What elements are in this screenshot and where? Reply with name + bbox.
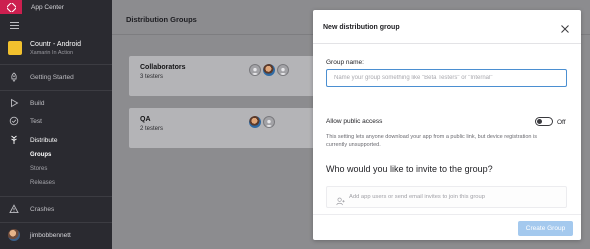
user-placeholder-icon [249, 64, 261, 76]
sidebar-item-distribute[interactable]: Distribute [0, 133, 112, 147]
warning-icon [9, 204, 19, 214]
sidebar-subitem-releases[interactable]: Releases [30, 180, 55, 186]
avatar [8, 229, 20, 241]
public-access-label: Allow public access [326, 118, 383, 125]
sidebar-item-label: Build [30, 99, 45, 107]
toggle-state-label: Off [557, 119, 566, 126]
rocket-icon [9, 72, 19, 82]
sidebar-item-getting-started[interactable]: Getting Started [0, 70, 112, 84]
new-group-dialog: New distribution group Group name: Allow… [313, 10, 581, 240]
group-avatars [249, 116, 275, 128]
invite-heading: Who would you like to invite to the grou… [326, 164, 493, 174]
group-count: 3 testers [140, 74, 164, 80]
group-avatars [249, 64, 289, 76]
sidebar-item-build[interactable]: Build [0, 96, 112, 110]
group-name: QA [140, 116, 151, 123]
sidebar-item-label: Test [30, 117, 42, 125]
app-name[interactable]: Countr - Android [30, 41, 81, 48]
sidebar-item-label: Distribute [30, 136, 58, 144]
group-card-qa[interactable]: QA 2 testers [129, 108, 319, 148]
user-placeholder-icon [277, 64, 289, 76]
sidebar-item-crashes[interactable]: Crashes [0, 202, 112, 216]
app-center-logo-icon [6, 2, 16, 12]
sidebar-item-label: Crashes [30, 205, 55, 213]
create-group-button[interactable]: Create Group [518, 221, 573, 236]
page-title: Distribution Groups [126, 15, 197, 24]
user-profile[interactable]: jimbobbennett [0, 226, 112, 244]
group-count: 2 testers [140, 126, 164, 132]
avatar [249, 116, 261, 128]
sidebar: App Center Countr - Android Xamarin In A… [0, 0, 112, 249]
group-name: Collaborators [140, 64, 186, 71]
sidebar-divider [0, 196, 112, 197]
group-name-input[interactable] [326, 69, 567, 87]
add-user-icon [336, 193, 345, 205]
menu-icon[interactable] [10, 22, 19, 29]
dialog-title: New distribution group [323, 24, 400, 31]
group-name-label: Group name: [326, 59, 364, 66]
user-name: jimbobbennett [30, 231, 71, 239]
app-header: App Center [0, 0, 112, 14]
sidebar-divider [0, 222, 112, 223]
distribute-icon [9, 135, 19, 145]
sidebar-divider [0, 64, 112, 65]
invite-placeholder: Add app users or send email invites to j… [349, 194, 485, 200]
play-icon [9, 98, 19, 108]
public-access-toggle[interactable] [535, 117, 553, 126]
dialog-divider [313, 43, 581, 44]
dialog-footer-divider [313, 214, 581, 215]
invite-input[interactable]: Add app users or send email invites to j… [326, 186, 567, 208]
sidebar-subitem-stores[interactable]: Stores [30, 166, 47, 172]
group-card-collaborators[interactable]: Collaborators 3 testers [129, 56, 319, 96]
user-placeholder-icon [263, 116, 275, 128]
app-center-label: App Center [31, 3, 64, 11]
app-subtitle: Xamarin In Action [30, 50, 74, 56]
sidebar-divider [0, 90, 112, 91]
app-center-logo[interactable] [0, 0, 22, 14]
public-access-description: This setting lets anyone download your a… [326, 134, 537, 148]
check-circle-icon [9, 116, 19, 126]
sidebar-subitem-groups[interactable]: Groups [30, 152, 51, 158]
sidebar-item-label: Getting Started [30, 73, 74, 81]
sidebar-item-test[interactable]: Test [0, 114, 112, 128]
avatar [263, 64, 275, 76]
toggle-knob [537, 119, 542, 124]
app-tile-icon[interactable] [8, 41, 22, 55]
close-icon[interactable] [560, 21, 570, 33]
